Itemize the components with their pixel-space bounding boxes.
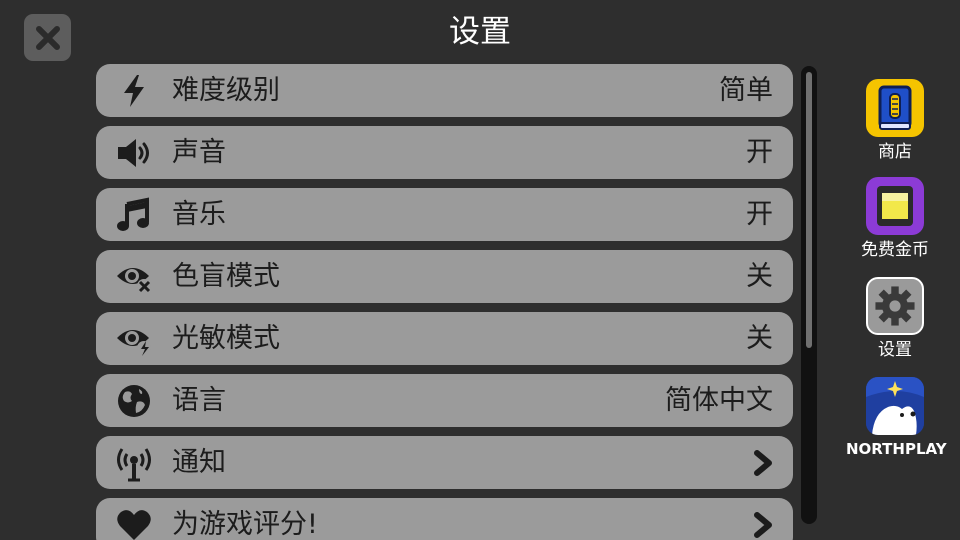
setting-label: 难度级别	[172, 75, 280, 106]
setting-label: 为游戏评分!	[172, 509, 318, 540]
setting-row-notifications[interactable]: 通知	[96, 436, 793, 489]
setting-value: 关	[746, 323, 773, 354]
sidebar-label-shop: 商店	[878, 142, 912, 162]
sidebar-item-settings[interactable]: 设置	[858, 277, 932, 361]
setting-row-language[interactable]: 语言 简体中文	[96, 374, 793, 427]
setting-row-sound[interactable]: 声音 开	[96, 126, 793, 179]
setting-label: 光敏模式	[172, 323, 280, 354]
chevron-right-icon	[754, 450, 772, 476]
page-title: 设置	[449, 14, 511, 50]
setting-row-difficulty[interactable]: 难度级别 简单	[96, 64, 793, 117]
sidebar-item-free-coins[interactable]: 免费金币	[858, 177, 932, 261]
polar-bear-logo	[866, 377, 924, 435]
lightning-icon	[114, 72, 154, 110]
setting-label: 语言	[172, 385, 226, 416]
music-note-icon	[114, 196, 154, 234]
scrollbar[interactable]	[801, 66, 817, 524]
sidebar-item-shop[interactable]: 商店	[858, 79, 932, 163]
sidebar-label-free-coins: 免费金币	[861, 240, 929, 260]
setting-value: 开	[746, 137, 773, 168]
setting-label: 色盲模式	[172, 261, 280, 292]
setting-row-photosensitive[interactable]: 光敏模式 关	[96, 312, 793, 365]
settings-list: 难度级别 简单 声音 开 音乐 开 色盲模式 关 光敏模式 关 语言 简体中文 …	[96, 64, 793, 540]
setting-value: 简体中文	[665, 385, 773, 416]
setting-row-colorblind[interactable]: 色盲模式 关	[96, 250, 793, 303]
heart-icon	[114, 506, 154, 540]
setting-label: 声音	[172, 137, 226, 168]
setting-label: 音乐	[172, 199, 226, 230]
scrollbar-thumb[interactable]	[806, 72, 812, 348]
setting-row-rate-game[interactable]: 为游戏评分!	[96, 498, 793, 540]
speaker-icon	[114, 134, 154, 172]
gear-icon	[866, 277, 924, 335]
chevron-right-icon	[754, 512, 772, 538]
photosensitive-eye-icon	[114, 320, 154, 358]
free-coins-tv-icon	[866, 177, 924, 235]
setting-value: 开	[746, 199, 773, 230]
setting-value: 关	[746, 261, 773, 292]
setting-row-music[interactable]: 音乐 开	[96, 188, 793, 241]
colorblind-eye-icon	[114, 258, 154, 296]
globe-icon	[114, 382, 154, 420]
shop-book-icon	[866, 79, 924, 137]
broadcast-icon	[114, 444, 154, 482]
setting-label: 通知	[172, 447, 226, 478]
setting-value: 简单	[719, 75, 773, 106]
northplay-brand[interactable]: NORTHPLAY	[846, 377, 947, 459]
brand-label: NORTHPLAY	[846, 440, 947, 458]
sidebar-label-settings: 设置	[878, 340, 912, 360]
